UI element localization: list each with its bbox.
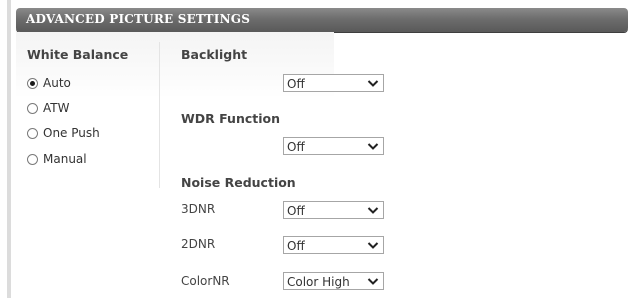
2dnr-value: Off <box>287 239 305 253</box>
backlight-select[interactable]: Off <box>283 74 384 92</box>
wdr-function-select[interactable]: Off <box>283 137 384 155</box>
radio-button-manual[interactable] <box>27 153 38 165</box>
3dnr-label: 3DNR <box>181 202 216 216</box>
3dnr-select[interactable]: Off <box>283 201 384 219</box>
column-divider <box>159 42 160 188</box>
noise-reduction-label: Noise Reduction <box>181 175 296 190</box>
chevron-down-icon <box>367 242 379 249</box>
section-title: ADVANCED PICTURE SETTINGS <box>26 12 251 26</box>
white-balance-option-one-push[interactable]: One Push <box>27 125 100 141</box>
radio-button-atw[interactable] <box>27 102 38 114</box>
white-balance-label: White Balance <box>27 47 129 62</box>
3dnr-value: Off <box>287 204 305 218</box>
radio-label-atw: ATW <box>43 101 70 115</box>
chevron-down-icon <box>367 143 379 150</box>
white-balance-option-auto[interactable]: Auto <box>27 75 71 91</box>
radio-label-manual: Manual <box>43 152 87 166</box>
colornr-value: Color High <box>287 275 350 289</box>
chevron-down-icon <box>367 207 379 214</box>
radio-label-auto: Auto <box>43 76 71 90</box>
backlight-label: Backlight <box>181 47 248 62</box>
colornr-label: ColorNR <box>181 274 230 288</box>
radio-button-auto[interactable] <box>27 77 38 89</box>
chevron-down-icon <box>367 80 379 87</box>
white-balance-option-atw[interactable]: ATW <box>27 100 69 116</box>
wdr-function-label: WDR Function <box>181 111 281 126</box>
2dnr-select[interactable]: Off <box>283 236 384 254</box>
white-balance-option-manual[interactable]: Manual <box>27 151 87 167</box>
chevron-down-icon <box>367 278 379 285</box>
wdr-function-value: Off <box>287 140 305 154</box>
2dnr-label: 2DNR <box>181 237 216 251</box>
radio-button-one-push[interactable] <box>27 127 38 139</box>
colornr-select[interactable]: Color High <box>283 272 384 290</box>
advanced-picture-settings-panel: ADVANCED PICTURE SETTINGS White Balance … <box>0 0 632 298</box>
section-header: ADVANCED PICTURE SETTINGS <box>16 8 628 32</box>
left-border <box>7 0 11 298</box>
radio-label-one-push: One Push <box>43 126 100 140</box>
backlight-value: Off <box>287 77 305 91</box>
